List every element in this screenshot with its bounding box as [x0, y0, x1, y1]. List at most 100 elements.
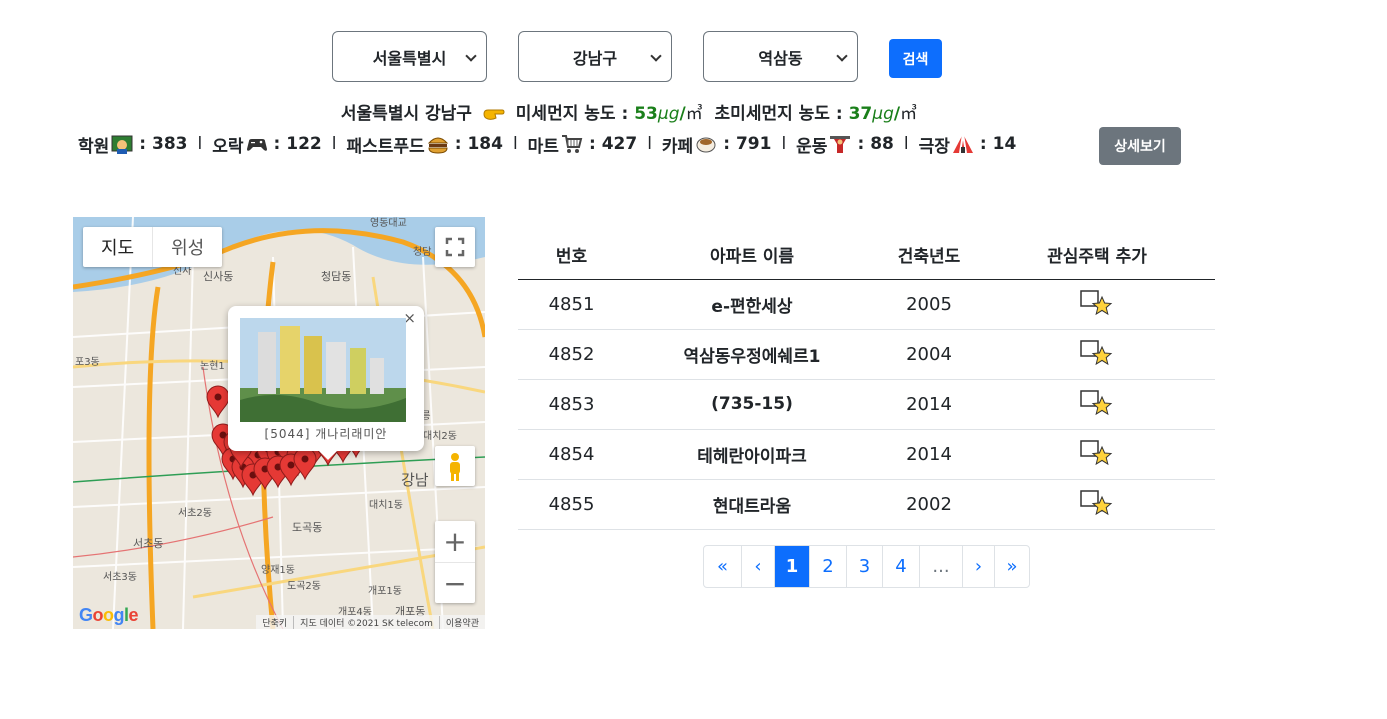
place-label: 영동대교	[370, 217, 407, 229]
ultrafine-dust-value: 37	[848, 104, 873, 124]
star-checkbox-icon[interactable]	[1080, 390, 1114, 418]
city-select-value: 서울특별시	[372, 48, 447, 68]
ultrafine-dust-unit-m3: ㎥	[900, 104, 918, 124]
favorite-cell	[979, 429, 1215, 480]
page-link-active[interactable]: 1	[774, 546, 809, 587]
fine-dust-unit-m3: ㎥	[685, 104, 703, 124]
star-checkbox-icon[interactable]	[1080, 290, 1114, 318]
street-view-pegman[interactable]	[435, 446, 475, 486]
header-number: 번호	[518, 231, 625, 280]
place-label: 강남	[401, 471, 429, 489]
table-row[interactable]: 4853 (735-15) 2014	[518, 379, 1215, 430]
apartment-table: 번호 아파트 이름 건축년도 관심주택 추가 4851 e-편한세상 2005 485…	[518, 231, 1215, 530]
gu-select[interactable]: 강남구	[518, 31, 672, 82]
fine-dust-label: 미세먼지 농도 :	[515, 104, 629, 124]
circus-tent-icon	[952, 133, 973, 154]
amenity-count: 383	[152, 134, 188, 154]
map-shortcuts-link[interactable]: 단축키	[256, 616, 293, 629]
amenity-label: 패스트푸드	[346, 136, 425, 157]
game-controller-icon	[246, 139, 267, 151]
dust-info: 서울특별시 강남구 미세먼지 농도 : 53μg/㎥ 초미세먼지 농도 : 37…	[0, 99, 1258, 124]
place-label: 신사동	[203, 270, 233, 283]
amenity-colon: :	[588, 134, 596, 154]
table-header-row: 번호 아파트 이름 건축년도 관심주택 추가	[518, 231, 1215, 280]
apartment-build-year: 2014	[879, 429, 979, 480]
apartment-name[interactable]: 현대트라움	[625, 479, 879, 530]
amenity-count: 184	[467, 134, 503, 154]
ultrafine-dust-label: 초미세먼지 농도 :	[714, 104, 843, 124]
place-label: 청담동	[321, 270, 351, 283]
place-label: 논현1	[200, 360, 225, 372]
amenity-colon: :	[979, 134, 987, 154]
marker-info-window: × [5044] 개나리래미안	[228, 306, 424, 460]
apartment-build-year: 2004	[879, 329, 979, 380]
amenity-count: 122	[286, 134, 322, 154]
teacher-icon	[111, 135, 133, 154]
star-checkbox-icon[interactable]	[1080, 440, 1114, 468]
page-link[interactable]: »	[994, 546, 1029, 587]
header-build-year: 건축년도	[879, 231, 979, 280]
amenity-label: 오락	[212, 136, 244, 157]
apartment-build-year: 2002	[879, 479, 979, 530]
apartment-name[interactable]: 역삼동우정에쉐르1	[625, 329, 879, 380]
fine-dust-unit: μg	[657, 104, 680, 124]
table-row[interactable]: 4851 e-편한세상 2005	[518, 279, 1215, 330]
apartment-name[interactable]: e-편한세상	[625, 279, 879, 330]
details-button[interactable]: 상세보기	[1099, 127, 1181, 165]
place-label: 양재1동	[261, 564, 295, 576]
star-checkbox-icon[interactable]	[1080, 490, 1114, 518]
apartment-name[interactable]: 테헤란아이파크	[625, 429, 879, 480]
apartment-number: 4853	[518, 379, 625, 430]
header-add-favorite: 관심주택 추가	[979, 231, 1215, 280]
amenity-theater: 극장 : 14	[919, 132, 1016, 157]
dong-select[interactable]: 역삼동	[703, 31, 858, 82]
favorite-cell	[979, 329, 1215, 380]
search-button[interactable]: 검색	[889, 39, 942, 78]
amenity-count: 88	[870, 134, 894, 154]
page-link[interactable]: «	[704, 546, 741, 587]
amenity-label: 학원	[78, 136, 110, 157]
dong-select-value: 역삼동	[758, 48, 803, 68]
amenity-summary: 학원 : 383 l 오락 : 122 l 패스트푸드 : 184 l 마트 :…	[78, 129, 1016, 159]
place-label: 서초3동	[103, 571, 137, 583]
amenity-academy: 학원 : 383 l	[78, 132, 212, 157]
map-marker-dot	[287, 461, 295, 469]
map[interactable]: 영동대교 청담 신사동 청담동 논현1 포3동 선정릉 강남 대치1동 서초2동…	[73, 217, 485, 629]
fullscreen-button[interactable]	[435, 227, 475, 267]
zoom-out-button[interactable]: −	[435, 562, 475, 603]
page-link[interactable]: ›	[962, 546, 994, 587]
place-label: 서초동	[133, 537, 163, 550]
zoom-control: + −	[435, 521, 475, 603]
gu-select-value: 강남구	[572, 48, 618, 68]
table-row[interactable]: 4854 테헤란아이파크 2014	[518, 429, 1215, 480]
star-checkbox-icon[interactable]	[1080, 340, 1114, 368]
map-type-map-button[interactable]: 지도	[83, 227, 152, 267]
place-label: 대치1동	[369, 499, 403, 511]
apartment-number: 4851	[518, 279, 625, 330]
page-link[interactable]: ‹	[741, 546, 774, 587]
amenity-colon: :	[454, 134, 462, 154]
apartment-number: 4854	[518, 429, 625, 480]
page-link[interactable]: 3	[846, 546, 882, 587]
map-type-satellite-button[interactable]: 위성	[152, 227, 222, 267]
amenity-label: 운동	[796, 136, 828, 157]
apartment-name[interactable]: (735-15)	[625, 379, 879, 430]
pegman-icon	[450, 453, 460, 481]
favorite-cell	[979, 279, 1215, 330]
page-link[interactable]: 2	[809, 546, 846, 587]
apartment-number: 4852	[518, 329, 625, 380]
amenity-separator: l	[781, 134, 787, 154]
table-row[interactable]: 4855 현대트라움 2002	[518, 479, 1215, 530]
amenity-fitness: 운동 : 88 l	[796, 132, 918, 157]
coffee-icon	[696, 137, 716, 153]
page-link[interactable]: 4	[882, 546, 919, 587]
page-link[interactable]: ...	[919, 546, 962, 587]
city-select[interactable]: 서울특별시	[332, 31, 487, 82]
map-data-attribution: 지도 데이터 ©2021 SK telecom	[293, 615, 439, 629]
map-terms-link[interactable]: 이용약관	[438, 615, 485, 629]
google-logo: Google	[79, 605, 139, 625]
weightlifting-icon	[830, 136, 851, 153]
zoom-in-button[interactable]: +	[435, 521, 475, 562]
amenity-label: 카페	[661, 136, 694, 157]
table-row[interactable]: 4852 역삼동우정에쉐르1 2004	[518, 329, 1215, 380]
